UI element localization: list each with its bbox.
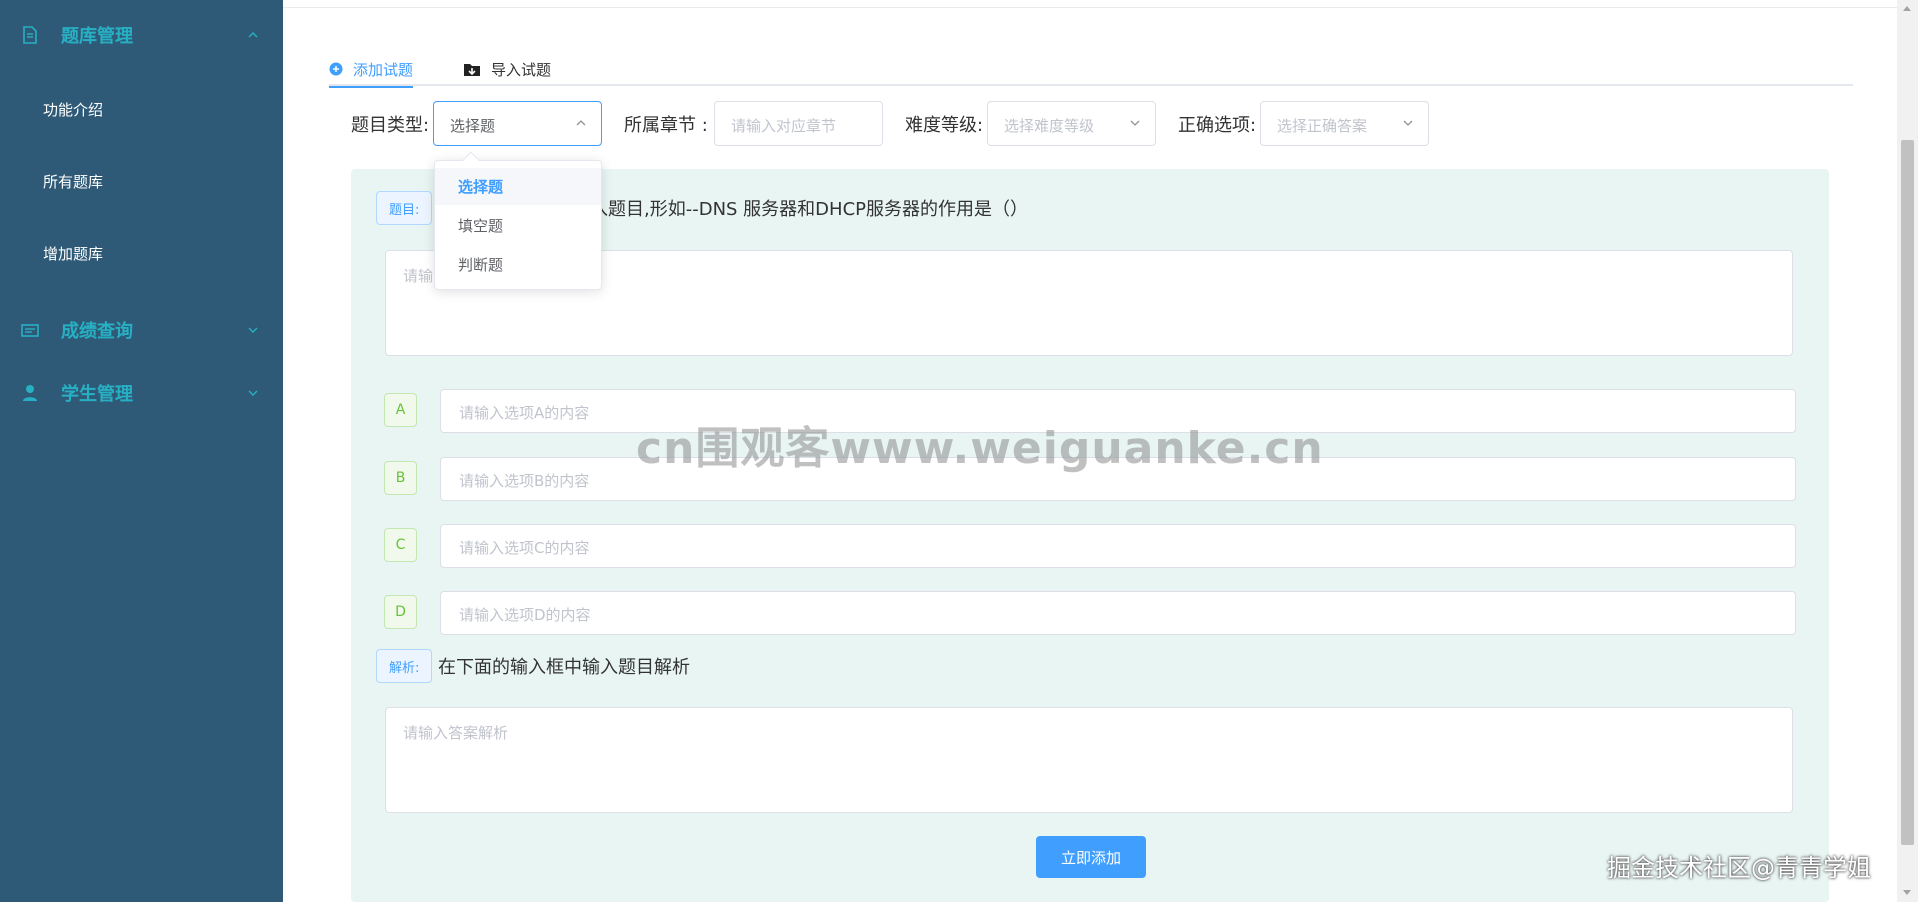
option-placeholder: 请输入选项D的内容 (459, 606, 591, 624)
option-placeholder: 请输入选项B的内容 (459, 472, 590, 490)
tab-add-question[interactable]: 添加试题 (329, 52, 414, 88)
question-tag-label: 题目: (389, 202, 420, 218)
chevron-down-icon (248, 390, 258, 396)
option-c-badge: C (384, 528, 417, 562)
option-letter: C (395, 537, 406, 553)
header-divider (283, 7, 1897, 8)
menu-group-label: 学生管理 (61, 384, 133, 405)
document-icon (23, 26, 37, 44)
analysis-tag-label: 解析: (389, 660, 420, 676)
chapter-placeholder: 请输入对应章节 (731, 117, 837, 135)
vertical-scrollbar[interactable] (1897, 0, 1918, 902)
chevron-down-icon (1130, 120, 1140, 126)
option-letter: A (395, 402, 406, 418)
scroll-up-icon[interactable] (1903, 6, 1911, 11)
option-letter: D (395, 604, 406, 620)
chapter-input[interactable]: 请输入对应章节 (714, 101, 883, 146)
scrollbar-thumb[interactable] (1901, 140, 1914, 845)
option-placeholder: 请输入选项C的内容 (459, 539, 590, 557)
chevron-down-icon (248, 327, 258, 333)
sidebar-item-intro[interactable]: 功能介绍 (0, 89, 283, 129)
difficulty-select[interactable]: 选择难度等级 (987, 101, 1156, 146)
center-watermark: cn围观客www.weiguanke.cn (636, 423, 1324, 474)
chevron-down-icon (1403, 120, 1413, 126)
plus-circle-icon (329, 62, 343, 76)
tab-import-questions[interactable]: 导入试题 (463, 52, 551, 86)
user-icon (23, 385, 37, 401)
scroll-down-icon[interactable] (1903, 890, 1911, 895)
analysis-textarea[interactable]: 请输入答案解析 (385, 707, 1793, 813)
question-placeholder: 请输 (403, 267, 434, 285)
analysis-tag: 解析: (376, 649, 433, 683)
sidebar-item-all-banks[interactable]: 所有题库 (0, 161, 283, 201)
type-option-fill[interactable]: 填空题 (435, 207, 601, 244)
corner-watermark: 掘金技术社区@青青学姐 (1607, 854, 1871, 882)
menu-group-question-bank[interactable]: 题库管理 (0, 15, 283, 55)
chapter-label: 所属章节 : (624, 115, 708, 136)
menu-group-label: 题库管理 (61, 26, 133, 47)
tab-bar: 添加试题 导入试题 (329, 40, 1853, 88)
sidebar-item-label: 功能介绍 (43, 100, 104, 119)
answer-label: 正确选项: (1178, 115, 1257, 136)
folder-import-icon (464, 63, 480, 76)
option-letter: B (395, 470, 406, 486)
option-b-badge: B (384, 461, 417, 495)
analysis-placeholder: 请输入答案解析 (403, 724, 509, 742)
type-dropdown: 选择题 填空题 判断题 (434, 151, 602, 290)
option-d-badge: D (384, 595, 417, 629)
difficulty-label: 难度等级: (905, 115, 984, 136)
question-hint: 入题目,形如--DNS 服务器和DHCP服务器的作用是（） (590, 199, 1029, 220)
sidebar-item-add-bank[interactable]: 增加题库 (0, 233, 283, 273)
sidebar: 题库管理 功能介绍 所有题库 增加题库 成绩查询 学生管理 (0, 0, 283, 902)
chevron-up-icon (576, 120, 586, 126)
menu-group-label: 成绩查询 (61, 321, 133, 342)
tab-label: 导入试题 (491, 60, 552, 79)
type-select[interactable]: 选择题 (433, 101, 602, 146)
option-d-input[interactable]: 请输入选项D的内容 (440, 591, 1796, 635)
question-tag: 题目: (376, 191, 433, 225)
menu-group-students[interactable]: 学生管理 (0, 373, 283, 413)
type-option-choice[interactable]: 选择题 (435, 168, 601, 205)
type-select-value: 选择题 (450, 117, 496, 135)
submit-button[interactable]: 立即添加 (1036, 836, 1146, 878)
type-option-judge[interactable]: 判断题 (435, 246, 601, 283)
answer-select[interactable]: 选择正确答案 (1260, 101, 1429, 146)
analysis-hint: 在下面的输入框中输入题目解析 (438, 657, 690, 678)
option-a-badge: A (384, 393, 417, 427)
chart-icon (21, 324, 39, 337)
option-c-input[interactable]: 请输入选项C的内容 (440, 524, 1796, 568)
type-label: 题目类型: (351, 115, 430, 136)
tab-label: 添加试题 (353, 60, 414, 79)
sidebar-item-label: 增加题库 (43, 244, 104, 263)
sidebar-item-label: 所有题库 (43, 172, 104, 191)
chevron-up-icon (248, 32, 258, 38)
menu-group-scores[interactable]: 成绩查询 (0, 310, 283, 350)
answer-placeholder: 选择正确答案 (1277, 117, 1368, 135)
difficulty-placeholder: 选择难度等级 (1004, 117, 1095, 135)
option-placeholder: 请输入选项A的内容 (459, 404, 590, 422)
